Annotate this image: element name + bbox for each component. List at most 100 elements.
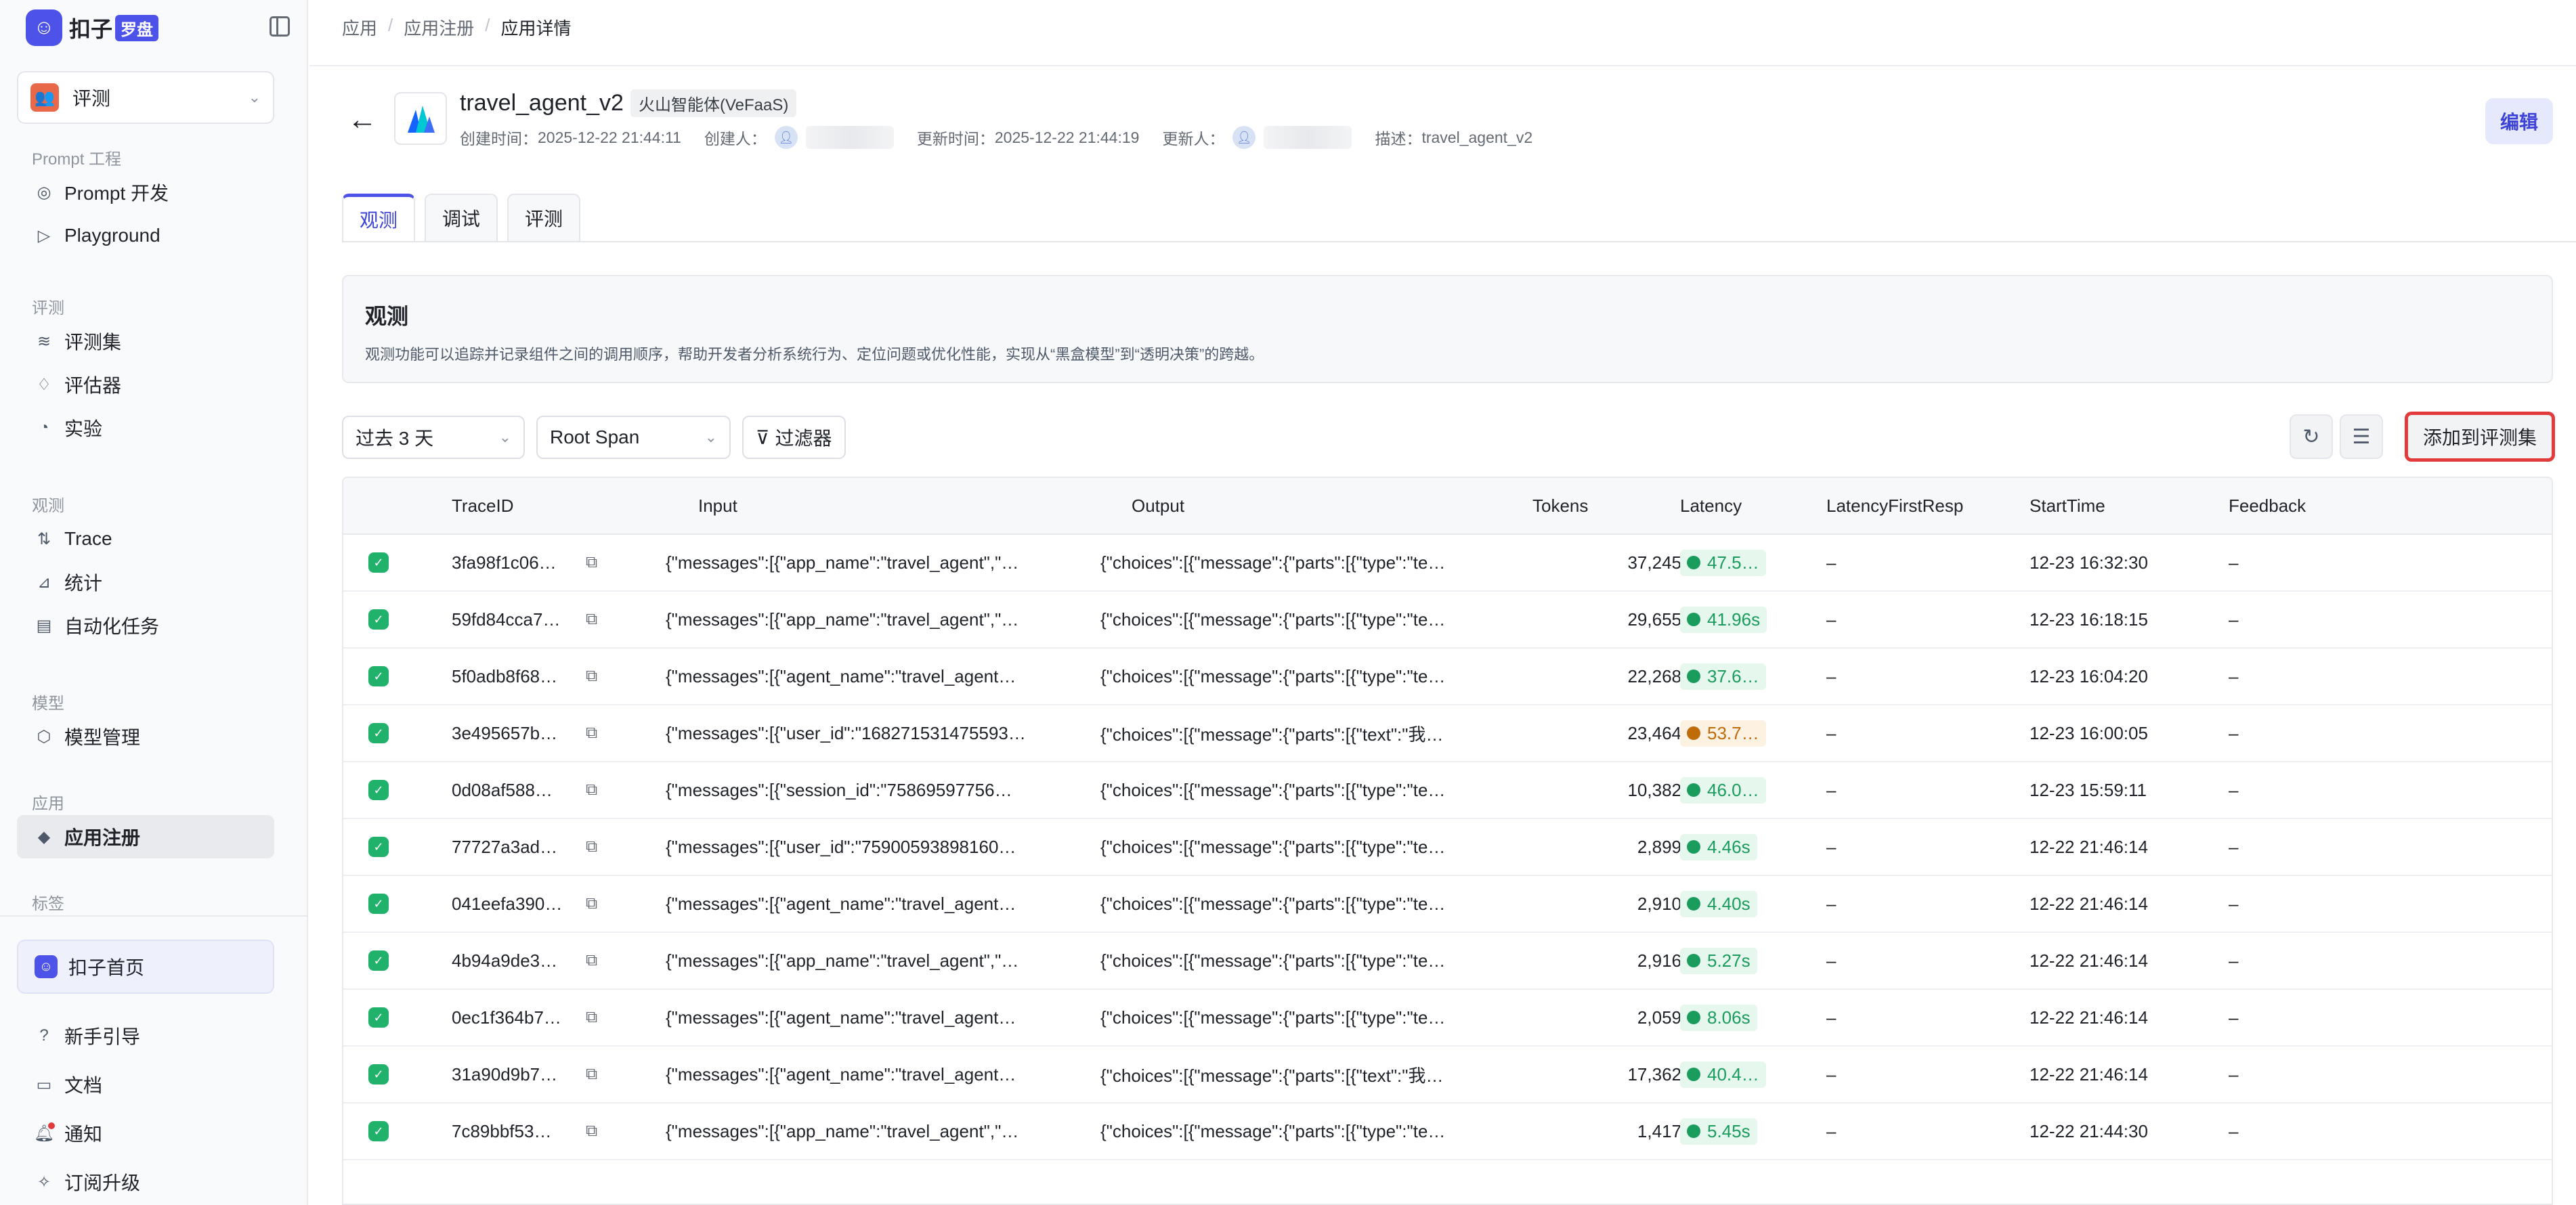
sidebar-item-notifications[interactable]: 🔔︎ 通知 <box>17 1109 274 1158</box>
sidebar-item-app-registry[interactable]: ◆ 应用注册 <box>17 815 274 858</box>
copy-icon[interactable]: ⧉ <box>586 1122 597 1141</box>
col-start-time[interactable]: StartTime <box>2030 496 2206 517</box>
nav-section-title: 应用 <box>32 794 64 813</box>
table-row[interactable]: ✓ 4b94a9de3… ⧉ {"messages":[{"app_name":… <box>343 933 2552 990</box>
trace-tokens: 23,464 <box>1627 722 1681 743</box>
sidebar-item-evaluator[interactable]: ♢ 评估器 <box>17 363 274 406</box>
copy-icon[interactable]: ⧉ <box>586 610 597 629</box>
brand[interactable]: ☺ 扣子 罗盘 <box>26 8 290 47</box>
sidebar-item-experiment[interactable]: ◔ 实验 <box>17 406 274 450</box>
coze-logo-icon: ☺ <box>26 9 62 46</box>
col-latency[interactable]: Latency <box>1680 496 1816 517</box>
col-feedback[interactable]: Feedback <box>2229 496 2364 517</box>
table-row[interactable]: ✓ 0d08af588… ⧉ {"messages":[{"session_id… <box>343 762 2552 819</box>
table-row[interactable]: ✓ 7c89bbf53… ⧉ {"messages":[{"app_name":… <box>343 1103 2552 1160</box>
description-value: travel_agent_v2 <box>1421 128 1533 146</box>
trace-id[interactable]: 5f0adb8f68… <box>452 666 601 687</box>
column-settings-icon: ☰ <box>2352 425 2371 448</box>
app-header: travel_agent_v2 火山智能体(VeFaaS) <box>460 89 797 117</box>
trace-id[interactable]: 3e495657b… <box>452 723 601 744</box>
updated-label: 更新时间： <box>916 130 995 148</box>
copy-icon[interactable]: ⧉ <box>586 837 597 856</box>
sidebar-item-stats[interactable]: ⊿ 统计 <box>17 561 274 604</box>
trace-id[interactable]: 041eefa390… <box>452 894 601 915</box>
sidebar-item-playground[interactable]: ▷ Playground <box>17 214 274 257</box>
copy-icon[interactable]: ⧉ <box>586 951 597 970</box>
trace-id[interactable]: 59fd84cca7… <box>452 609 601 630</box>
col-tokens[interactable]: Tokens <box>1532 496 1694 517</box>
edit-button[interactable]: 编辑 <box>2485 98 2553 144</box>
trace-latency-first-resp: – <box>1826 836 1837 857</box>
filter-button[interactable]: ⊽ 过滤器 <box>742 416 846 459</box>
nav-section-title: 模型 <box>32 694 64 713</box>
copy-icon[interactable]: ⧉ <box>586 553 597 572</box>
copy-icon[interactable]: ⧉ <box>586 894 597 913</box>
copy-icon[interactable]: ⧉ <box>586 1008 597 1027</box>
sidebar-item-automation[interactable]: ▤ 自动化任务 <box>17 604 274 647</box>
column-settings-button[interactable]: ☰ <box>2340 414 2383 459</box>
add-to-dataset-button[interactable]: 添加到评测集 <box>2405 412 2555 462</box>
trace-id[interactable]: 4b94a9de3… <box>452 950 601 971</box>
sidebar-bottom: ? 新手引导 ▭ 文档 🔔︎ 通知 ✧ 订阅升级 <box>17 1011 274 1205</box>
col-trace-id[interactable]: TraceID <box>452 496 601 517</box>
copy-icon[interactable]: ⧉ <box>586 667 597 686</box>
app-name: travel_agent_v2 <box>460 90 624 116</box>
model-icon: ⬡ <box>37 727 51 746</box>
table-row[interactable]: ✓ 3e495657b… ⧉ {"messages":[{"user_id":"… <box>343 705 2552 762</box>
sidebar-item-model-management[interactable]: ⬡ 模型管理 <box>17 715 274 758</box>
trace-id[interactable]: 7c89bbf53… <box>452 1121 601 1142</box>
table-row[interactable]: ✓ 31a90d9b7… ⧉ {"messages":[{"agent_name… <box>343 1047 2552 1103</box>
trace-start-time: 12-22 21:46:14 <box>2030 836 2148 857</box>
trace-output: {"choices":[{"message":{"parts":[{"type"… <box>1100 1007 1446 1028</box>
span-type-select[interactable]: Root Span ⌄ <box>536 416 731 459</box>
trace-start-time: 12-22 21:46:14 <box>2030 893 2148 914</box>
copy-icon[interactable]: ⧉ <box>586 1065 597 1084</box>
latency-badge: 41.96s <box>1680 606 1767 633</box>
trace-id[interactable]: 77727a3ad… <box>452 837 601 858</box>
trace-start-time: 12-23 16:00:05 <box>2030 722 2148 743</box>
trace-id[interactable]: 0ec1f364b7… <box>452 1007 601 1028</box>
chevron-down-icon: ⌄ <box>498 429 511 445</box>
sidebar-item-label: 文档 <box>64 1075 103 1096</box>
sidebar-item-trace[interactable]: ⇅ Trace <box>17 517 274 561</box>
table-row[interactable]: ✓ 77727a3ad… ⧉ {"messages":[{"user_id":"… <box>343 819 2552 876</box>
tab-debug[interactable]: 调试 <box>425 194 498 241</box>
latency-badge: 47.5… <box>1680 549 1766 576</box>
refresh-button[interactable]: ↻ <box>2290 414 2333 459</box>
col-latency-first-resp[interactable]: LatencyFirstResp <box>1826 496 2002 517</box>
breadcrumb-app-registry[interactable]: 应用注册 <box>404 15 474 40</box>
table-row[interactable]: ✓ 5f0adb8f68… ⧉ {"messages":[{"agent_nam… <box>343 649 2552 705</box>
trace-tokens: 2,899 <box>1637 836 1681 857</box>
table-row[interactable]: ✓ 59fd84cca7… ⧉ {"messages":[{"app_name"… <box>343 592 2552 649</box>
col-output[interactable]: Output <box>1132 496 1511 517</box>
workspace-selector[interactable]: 👥 评测 ⌄ <box>17 71 274 124</box>
tab-evaluate[interactable]: 评测 <box>507 194 581 241</box>
copy-icon[interactable]: ⧉ <box>586 781 597 799</box>
sidebar-item-dataset[interactable]: ≋ 评测集 <box>17 320 274 363</box>
time-range-select[interactable]: 过去 3 天 ⌄ <box>342 416 525 459</box>
time-range-value: 过去 3 天 <box>356 428 434 449</box>
trace-id[interactable]: 0d08af588… <box>452 780 601 801</box>
table-row[interactable]: ✓ 3fa98f1c06… ⧉ {"messages":[{"app_name"… <box>343 535 2552 592</box>
sidebar-item-prompt-dev[interactable]: ◎ Prompt 开发 <box>17 171 274 214</box>
table-row[interactable]: ✓ 041eefa390… ⧉ {"messages":[{"agent_nam… <box>343 876 2552 933</box>
trace-id[interactable]: 3fa98f1c06… <box>452 552 601 573</box>
tab-observe[interactable]: 观测 <box>342 194 416 241</box>
trace-id[interactable]: 31a90d9b7… <box>452 1064 601 1085</box>
back-arrow-icon[interactable]: ← <box>347 103 377 137</box>
copy-icon[interactable]: ⧉ <box>586 724 597 743</box>
col-input[interactable]: Input <box>698 496 1077 517</box>
coze-home-label: 扣子首页 <box>68 957 145 978</box>
latency-value: 4.46s <box>1707 836 1751 857</box>
sidebar-item-guide[interactable]: ? 新手引导 <box>17 1011 274 1060</box>
breadcrumb-apps[interactable]: 应用 <box>342 15 377 40</box>
row-status: ✓ <box>343 950 414 971</box>
coze-home-link[interactable]: ☺ 扣子首页 <box>17 940 274 994</box>
nav-section-observe: 观测 ⇅ Trace ⊿ 统计 ▤ 自动化任务 <box>17 490 274 647</box>
sidebar-collapse-icon[interactable] <box>270 16 290 37</box>
sidebar-item-label: 新手引导 <box>64 1026 141 1047</box>
sidebar-item-docs[interactable]: ▭ 文档 <box>17 1060 274 1109</box>
table-row[interactable]: ✓ 0ec1f364b7… ⧉ {"messages":[{"agent_nam… <box>343 990 2552 1047</box>
trace-latency: 4.40s <box>1680 890 1816 917</box>
sidebar-item-upgrade[interactable]: ✧ 订阅升级 <box>17 1158 274 1205</box>
